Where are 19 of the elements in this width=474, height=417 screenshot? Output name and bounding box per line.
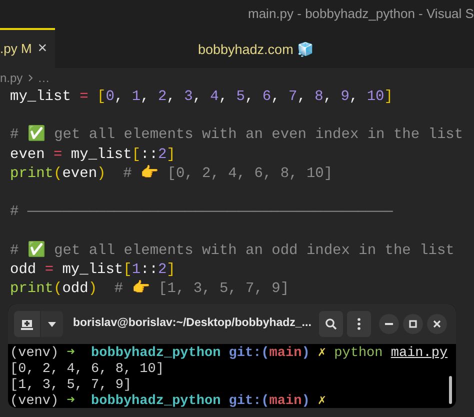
breadcrumb-item[interactable]: …: [38, 69, 50, 87]
terminal-line: [1, 3, 5, 7, 9]: [10, 378, 132, 394]
code-line: # ✅ get all elements with an even index in the list: [10, 126, 464, 146]
window-title: main.py - bobbyhadz_python - Visual S: [248, 5, 474, 24]
terminal-line: (venv) ➜ bobbyhadz_python git:(main) ✗ python main.py: [10, 346, 448, 362]
code-line: # ——————————————————————————————————————————: [10, 203, 393, 222]
code-line: odd = my_list[1::2]: [10, 260, 176, 280]
code-line: # ✅ get all elements with an odd index in the list: [10, 242, 454, 260]
site-name-label: bobbyhadz.com 🧊: [198, 41, 314, 59]
breadcrumb-item[interactable]: n.py: [0, 69, 23, 87]
code-line: print(even) # 👉 [0, 2, 4, 6, 8, 10]: [10, 164, 333, 184]
terminal-line: (venv) ➜ bobbyhadz_python git:(main) ✗: [10, 394, 326, 408]
code-line: print(odd) # 👉 [1, 3, 5, 7, 9]: [10, 280, 290, 299]
code-line: my_list = [0, 1, 2, 3, 4, 5, 6, 7, 8, 9, 10]: [10, 88, 393, 107]
terminal-line: [0, 2, 4, 6, 8, 10]: [10, 362, 164, 378]
close-tab-button[interactable]: ×: [38, 37, 48, 61]
terminal-title: borislav@borislav:~/Desktop/bobbyhadz_...: [73, 316, 312, 332]
code-line: even = my_list[::2]: [10, 146, 176, 165]
editor-tab[interactable]: .py M ×: [0, 28, 56, 68]
